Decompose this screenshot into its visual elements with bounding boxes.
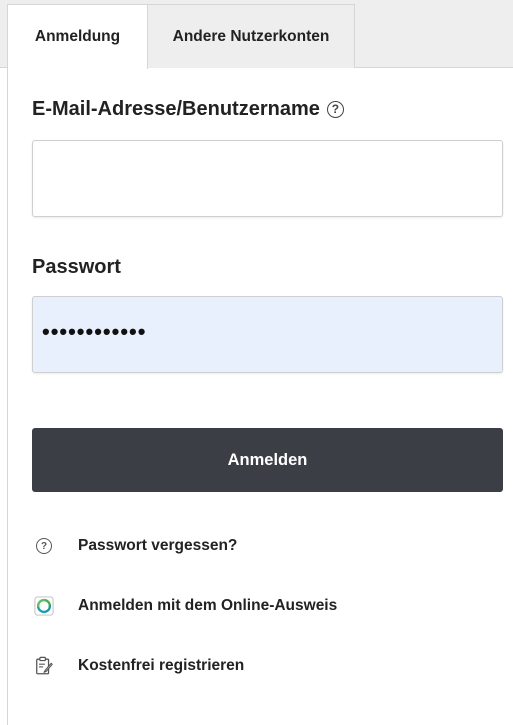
online-ausweis-icon [34, 596, 54, 616]
password-label-row: Passwort [32, 252, 121, 282]
forgot-password-label: Passwort vergessen? [78, 537, 238, 554]
login-button-label: Anmelden [227, 450, 308, 469]
form-border [7, 68, 8, 725]
login-button[interactable]: Anmelden [32, 428, 503, 492]
password-value: •••••••••••• [42, 319, 147, 344]
question-circle-icon: ? [34, 536, 54, 556]
email-label-row: E-Mail-Adresse/Benutzername ? [32, 94, 344, 124]
password-label: Passwort [32, 255, 121, 278]
register-link[interactable]: Kostenfrei registrieren [34, 654, 244, 678]
tab-andere-nutzerkonten[interactable]: Andere Nutzerkonten [148, 4, 355, 68]
clipboard-edit-icon [34, 656, 54, 676]
email-field[interactable] [32, 140, 503, 217]
register-label: Kostenfrei registrieren [78, 657, 245, 674]
question-circle-icon[interactable]: ? [326, 100, 344, 118]
email-label: E-Mail-Adresse/Benutzername [32, 97, 320, 120]
tab-andere-nutzerkonten-label: Andere Nutzerkonten [172, 27, 330, 45]
online-id-link[interactable]: Anmelden mit dem Online-Ausweis [34, 594, 337, 618]
tab-anmeldung-label: Anmeldung [34, 28, 121, 45]
password-field[interactable]: •••••••••••• [32, 296, 503, 373]
online-id-label: Anmelden mit dem Online-Ausweis [78, 597, 338, 614]
tab-anmeldung[interactable]: Anmeldung [7, 4, 148, 69]
forgot-password-link[interactable]: ? Passwort vergessen? [34, 535, 237, 557]
login-panel: Anmeldung Andere Nutzerkonten E-Mail-Adr… [0, 0, 513, 725]
tab-bar: Anmeldung Andere Nutzerkonten [0, 0, 513, 69]
